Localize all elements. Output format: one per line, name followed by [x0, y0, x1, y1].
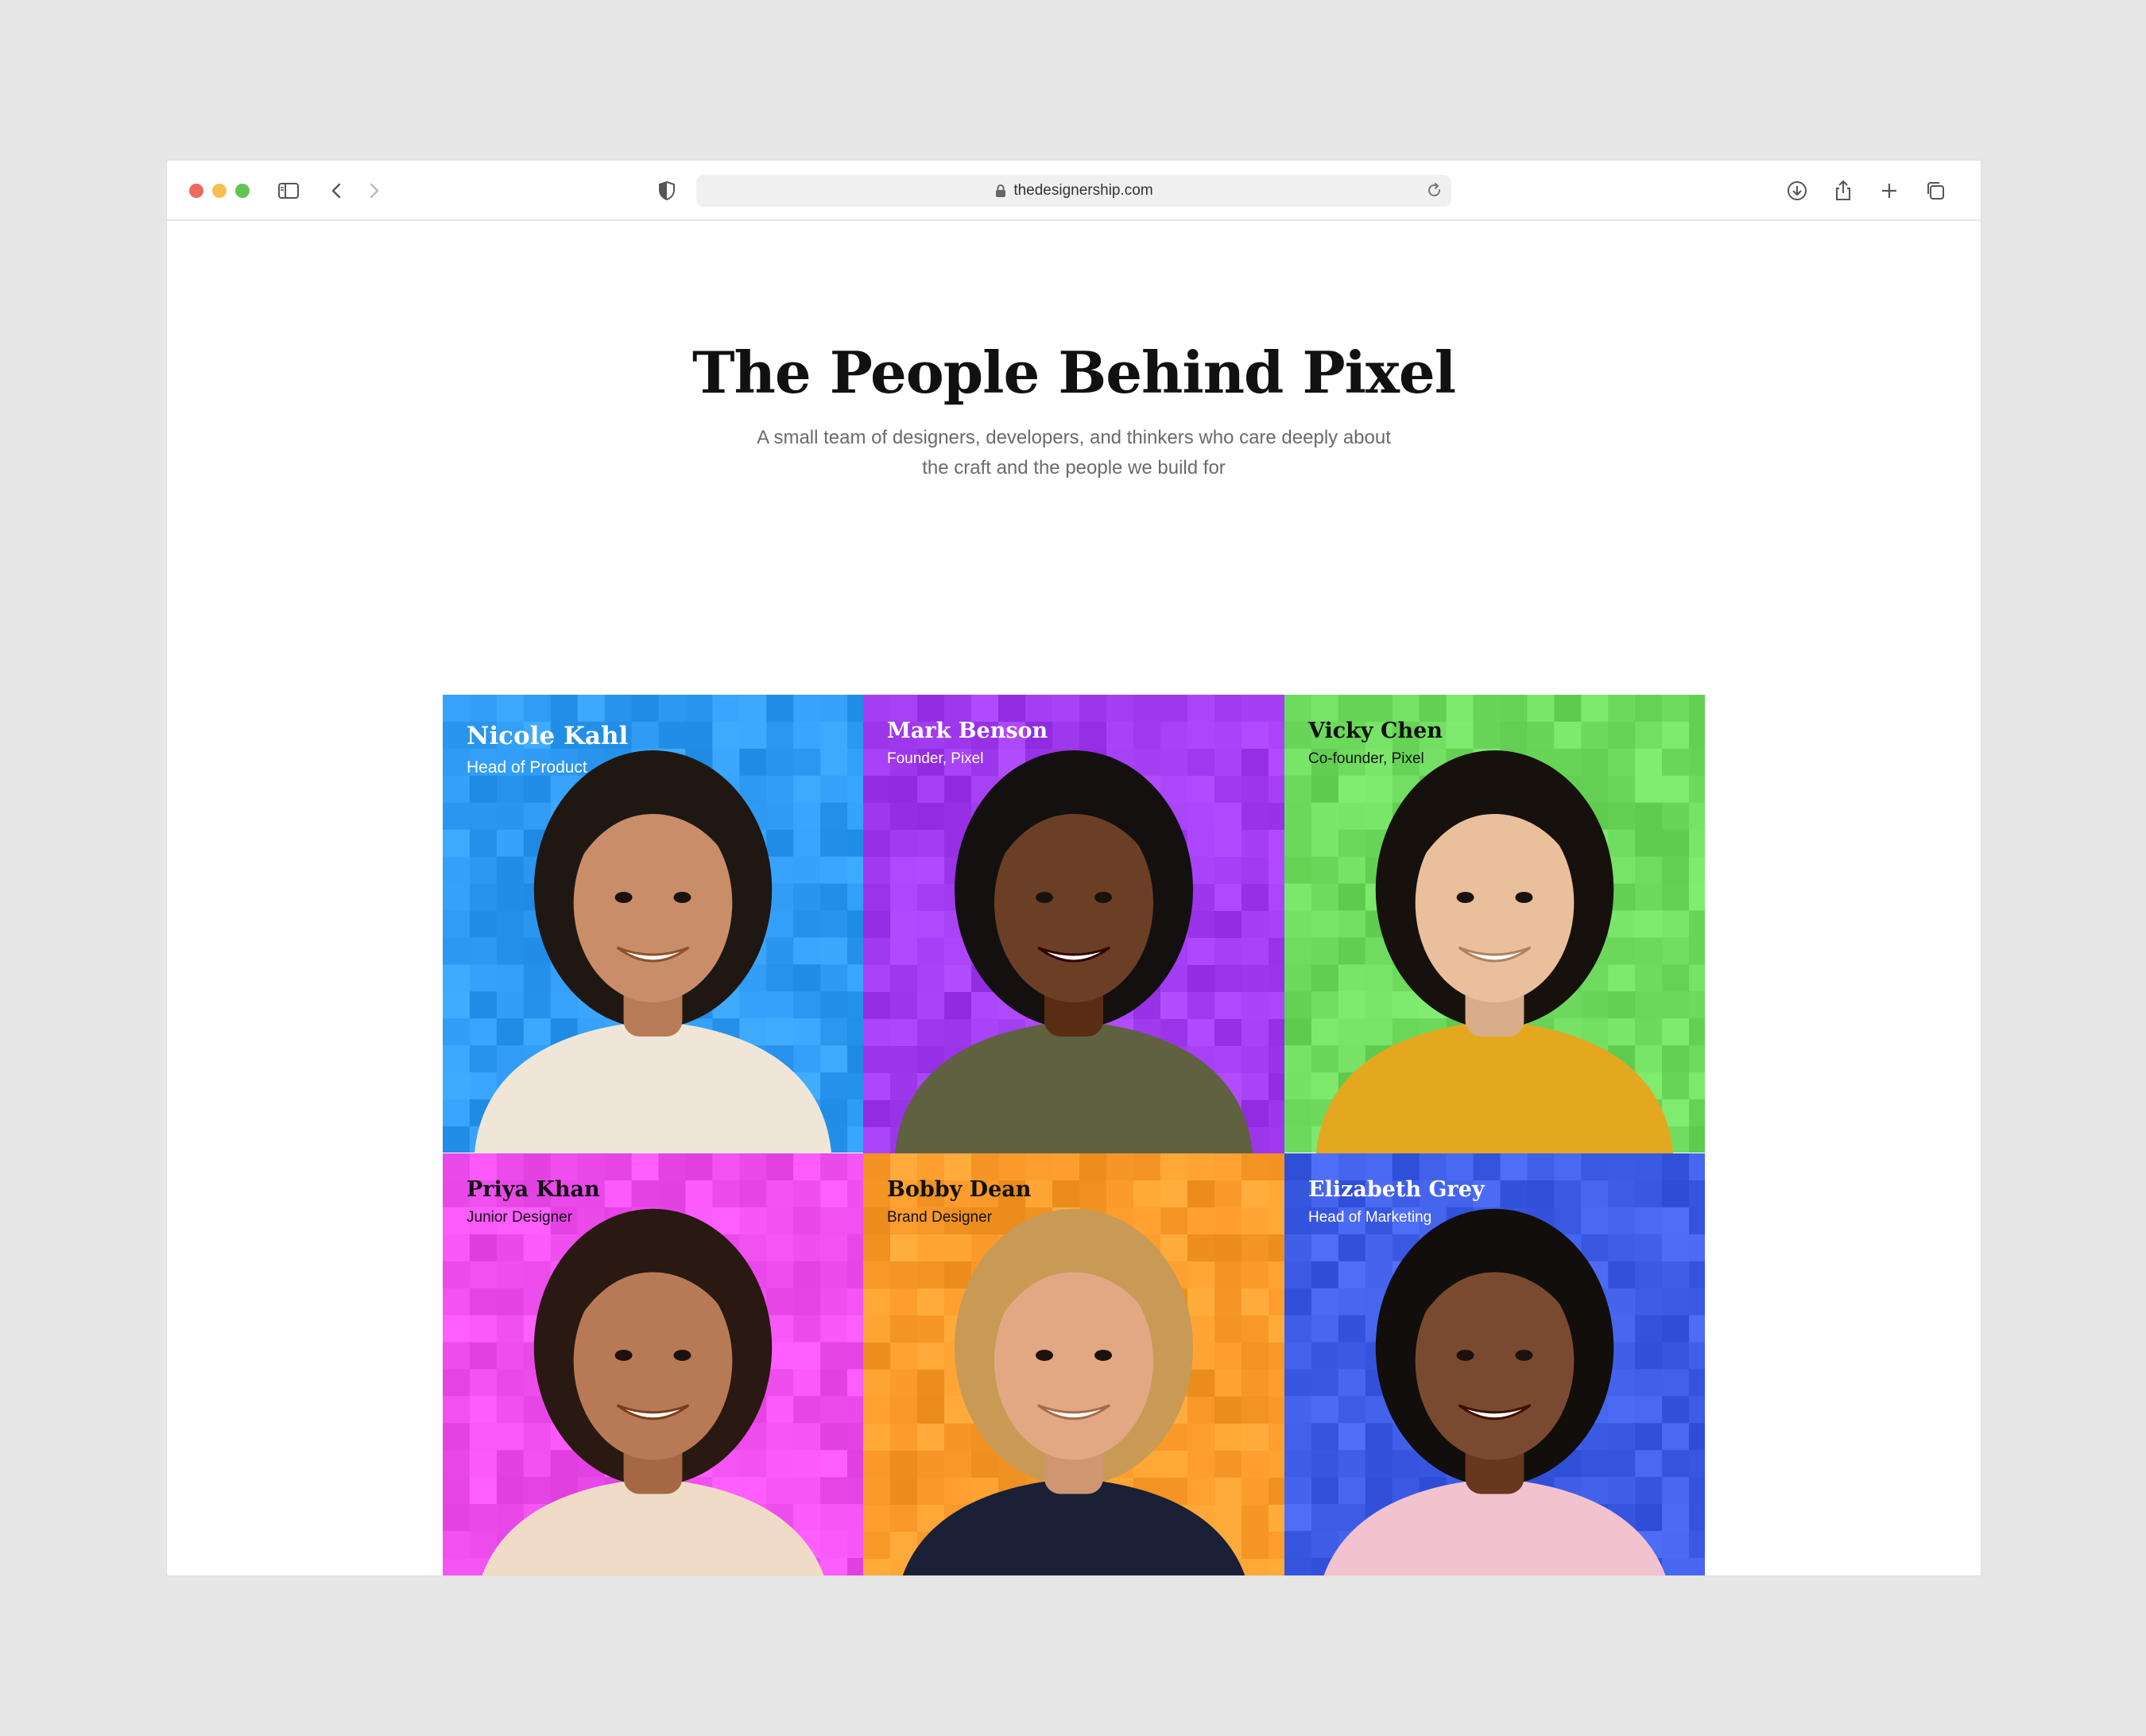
- member-name: Vicky Chen: [1308, 719, 1443, 743]
- forward-icon[interactable]: [358, 176, 389, 206]
- share-icon[interactable]: [1828, 176, 1858, 206]
- lock-icon: [996, 184, 1006, 197]
- team-card[interactable]: Priya Khan Junior Designer: [443, 1153, 863, 1575]
- team-card[interactable]: Elizabeth Grey Head of Marketing: [1284, 1153, 1705, 1575]
- minimize-window-button[interactable]: [212, 184, 227, 198]
- member-role: Head of Marketing: [1308, 1209, 1432, 1226]
- member-name: Mark Benson: [887, 719, 1048, 743]
- back-icon[interactable]: [322, 176, 352, 206]
- reload-icon[interactable]: [1424, 180, 1445, 201]
- new-tab-icon[interactable]: [1874, 176, 1904, 206]
- tabs-overview-icon[interactable]: [1920, 176, 1950, 206]
- address-bar[interactable]: thedesignership.com: [696, 175, 1451, 207]
- member-name: Elizabeth Grey: [1308, 1177, 1485, 1202]
- member-role: Junior Designer: [467, 1209, 573, 1226]
- download-icon[interactable]: [1782, 176, 1812, 206]
- member-role: Brand Designer: [887, 1209, 993, 1226]
- member-role: Head of Product: [467, 758, 587, 777]
- team-grid: Nicole Kahl Head of Product Mark Benson …: [443, 695, 1705, 1575]
- team-card[interactable]: Mark Benson Founder, Pixel: [863, 695, 1284, 1153]
- team-card[interactable]: Nicole Kahl Head of Product: [443, 695, 863, 1153]
- member-role: Co-founder, Pixel: [1308, 750, 1424, 767]
- team-card[interactable]: Vicky Chen Co-founder, Pixel: [1284, 695, 1705, 1153]
- close-window-button[interactable]: [189, 184, 203, 198]
- page-subtitle: A small team of designers, developers, a…: [757, 427, 1391, 479]
- url-text: thedesignership.com: [1013, 182, 1153, 199]
- member-name: Bobby Dean: [887, 1177, 1032, 1202]
- browser-toolbar: thedesignership.com: [167, 161, 1981, 221]
- zoom-window-button[interactable]: [235, 184, 250, 198]
- shield-icon[interactable]: [652, 176, 682, 206]
- member-role: Founder, Pixel: [887, 750, 984, 767]
- member-name: Priya Khan: [467, 1177, 600, 1202]
- page-title: The People Behind Pixel: [691, 339, 1456, 406]
- sidebar-icon[interactable]: [273, 176, 304, 206]
- member-name: Nicole Kahl: [467, 722, 629, 750]
- page-content: The People Behind Pixel A small team of …: [167, 221, 1981, 1575]
- browser-window: thedesignership.com The People Behind Pi…: [167, 161, 1981, 1575]
- team-card[interactable]: Bobby Dean Brand Designer: [863, 1153, 1284, 1575]
